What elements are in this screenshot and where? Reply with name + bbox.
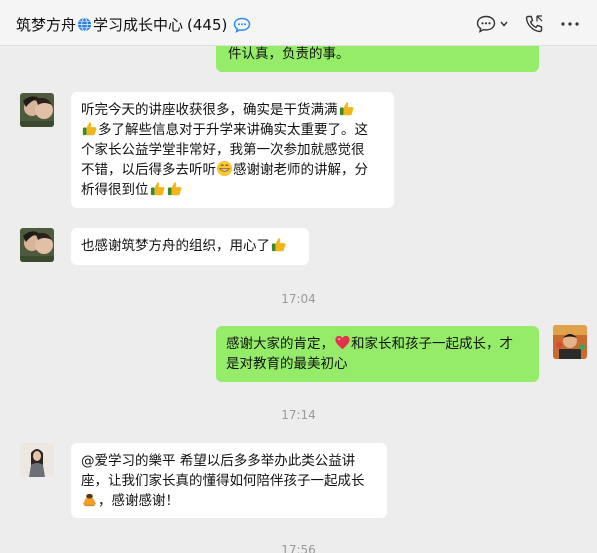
message-bubble[interactable]: 听完今天的讲座收获很多，确实是干货满满 多了解些信息对于升学来讲确实太重要了。这… — [71, 92, 394, 208]
grinning-face-icon — [216, 160, 233, 177]
member-count: (445) — [187, 15, 228, 34]
message-bubble-self[interactable]: 感谢大家的肯定， 和家长和孩子一起成长，才 是对教育的最美初心 — [216, 326, 539, 382]
avatar[interactable] — [20, 443, 54, 477]
message-bubble[interactable]: 也感谢筑梦方舟的组织，用心了 — [71, 228, 309, 265]
timestamp: 17:14 — [281, 408, 316, 422]
thumbs-up-icon — [339, 102, 353, 116]
thumbs-up-icon — [82, 122, 97, 136]
thumbs-up-icon — [271, 238, 286, 252]
message-bubble[interactable]: @爱学习的樂平 希望以后多多举办此类公益讲 座，让我们家长真的懂得如何陪伴孩子一… — [71, 443, 387, 518]
chat-header: 筑梦方舟 学习成长中心 (445) — [0, 0, 597, 46]
chevron-down-icon[interactable] — [499, 13, 509, 35]
bowing-icon — [82, 493, 97, 507]
message-text: 件认真，负责的事。 — [228, 46, 350, 62]
message-line: ，感谢感谢！ — [81, 491, 377, 511]
avatar[interactable] — [20, 228, 54, 262]
group-title[interactable]: 筑梦方舟 学习成长中心 (445) — [16, 14, 251, 35]
message-line: 是对教育的最美初心 — [226, 356, 348, 372]
timestamp: 17:56 — [281, 543, 316, 553]
thumbs-up-icon — [150, 182, 164, 196]
speech-bubble-icon[interactable] — [475, 13, 497, 35]
group-name-part1: 筑梦方舟 — [16, 16, 77, 34]
globe-icon — [77, 17, 92, 32]
heart-icon — [335, 335, 350, 350]
message-line: 座，让我们家长真的懂得如何陪伴孩子一起成长 — [81, 473, 365, 489]
chat-dots-icon — [234, 17, 251, 33]
thumbs-up-icon — [167, 182, 181, 196]
message-line: @爱学习的樂平 希望以后多多举办此类公益讲 — [81, 453, 356, 469]
message-line: 析得很到位 — [81, 180, 384, 200]
timestamp: 17:04 — [281, 292, 316, 306]
message-line: 感谢大家的肯定， 和家长和孩子一起成长，才 — [226, 335, 513, 352]
message-line: 个家长公益学堂非常好，我第一次参加就感觉很 — [81, 142, 365, 158]
avatar[interactable] — [20, 93, 54, 127]
message-list[interactable]: 件认真，负责的事。 听完今天的讲座收获很多，确实是干货满满 多了解些信息对于升学… — [0, 46, 597, 553]
header-actions — [461, 13, 581, 35]
message-line: 不错，以后得多去听听 感谢谢老师的讲解，分 — [81, 160, 368, 178]
message-line: 听完今天的讲座收获很多，确实是干货满满 — [81, 100, 384, 120]
message-bubble-self[interactable]: 件认真，负责的事。 — [216, 46, 539, 72]
group-name-part2: 学习成长中心 — [93, 16, 184, 34]
avatar-self[interactable] — [553, 325, 587, 359]
phone-icon[interactable] — [523, 13, 545, 35]
message-line: 多了解些信息对于升学来讲确实太重要了。这 — [81, 120, 384, 140]
more-icon[interactable] — [559, 13, 581, 35]
